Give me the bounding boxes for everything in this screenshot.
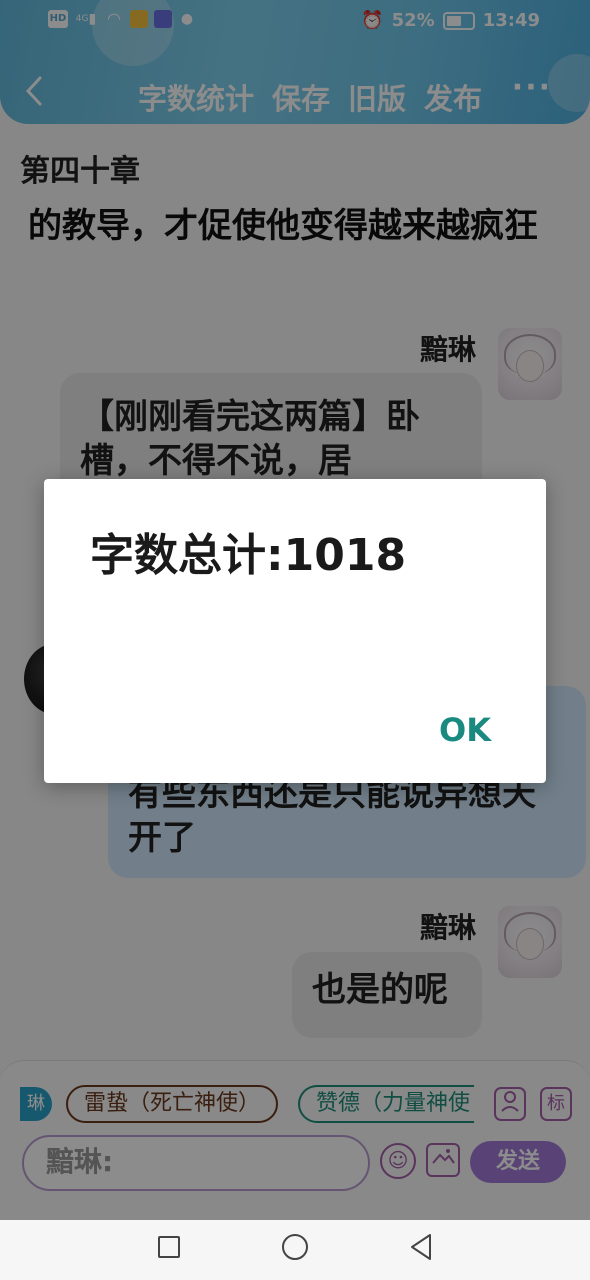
- ok-button[interactable]: OK: [439, 711, 491, 749]
- dialog-message: 字数总计:1018: [90, 530, 407, 581]
- home-icon[interactable]: [282, 1234, 308, 1260]
- word-count-dialog: 字数总计:1018 OK: [44, 479, 546, 783]
- system-nav-bar: [0, 1220, 590, 1280]
- back-triangle-icon[interactable]: [408, 1232, 434, 1262]
- recents-icon[interactable]: [158, 1236, 180, 1258]
